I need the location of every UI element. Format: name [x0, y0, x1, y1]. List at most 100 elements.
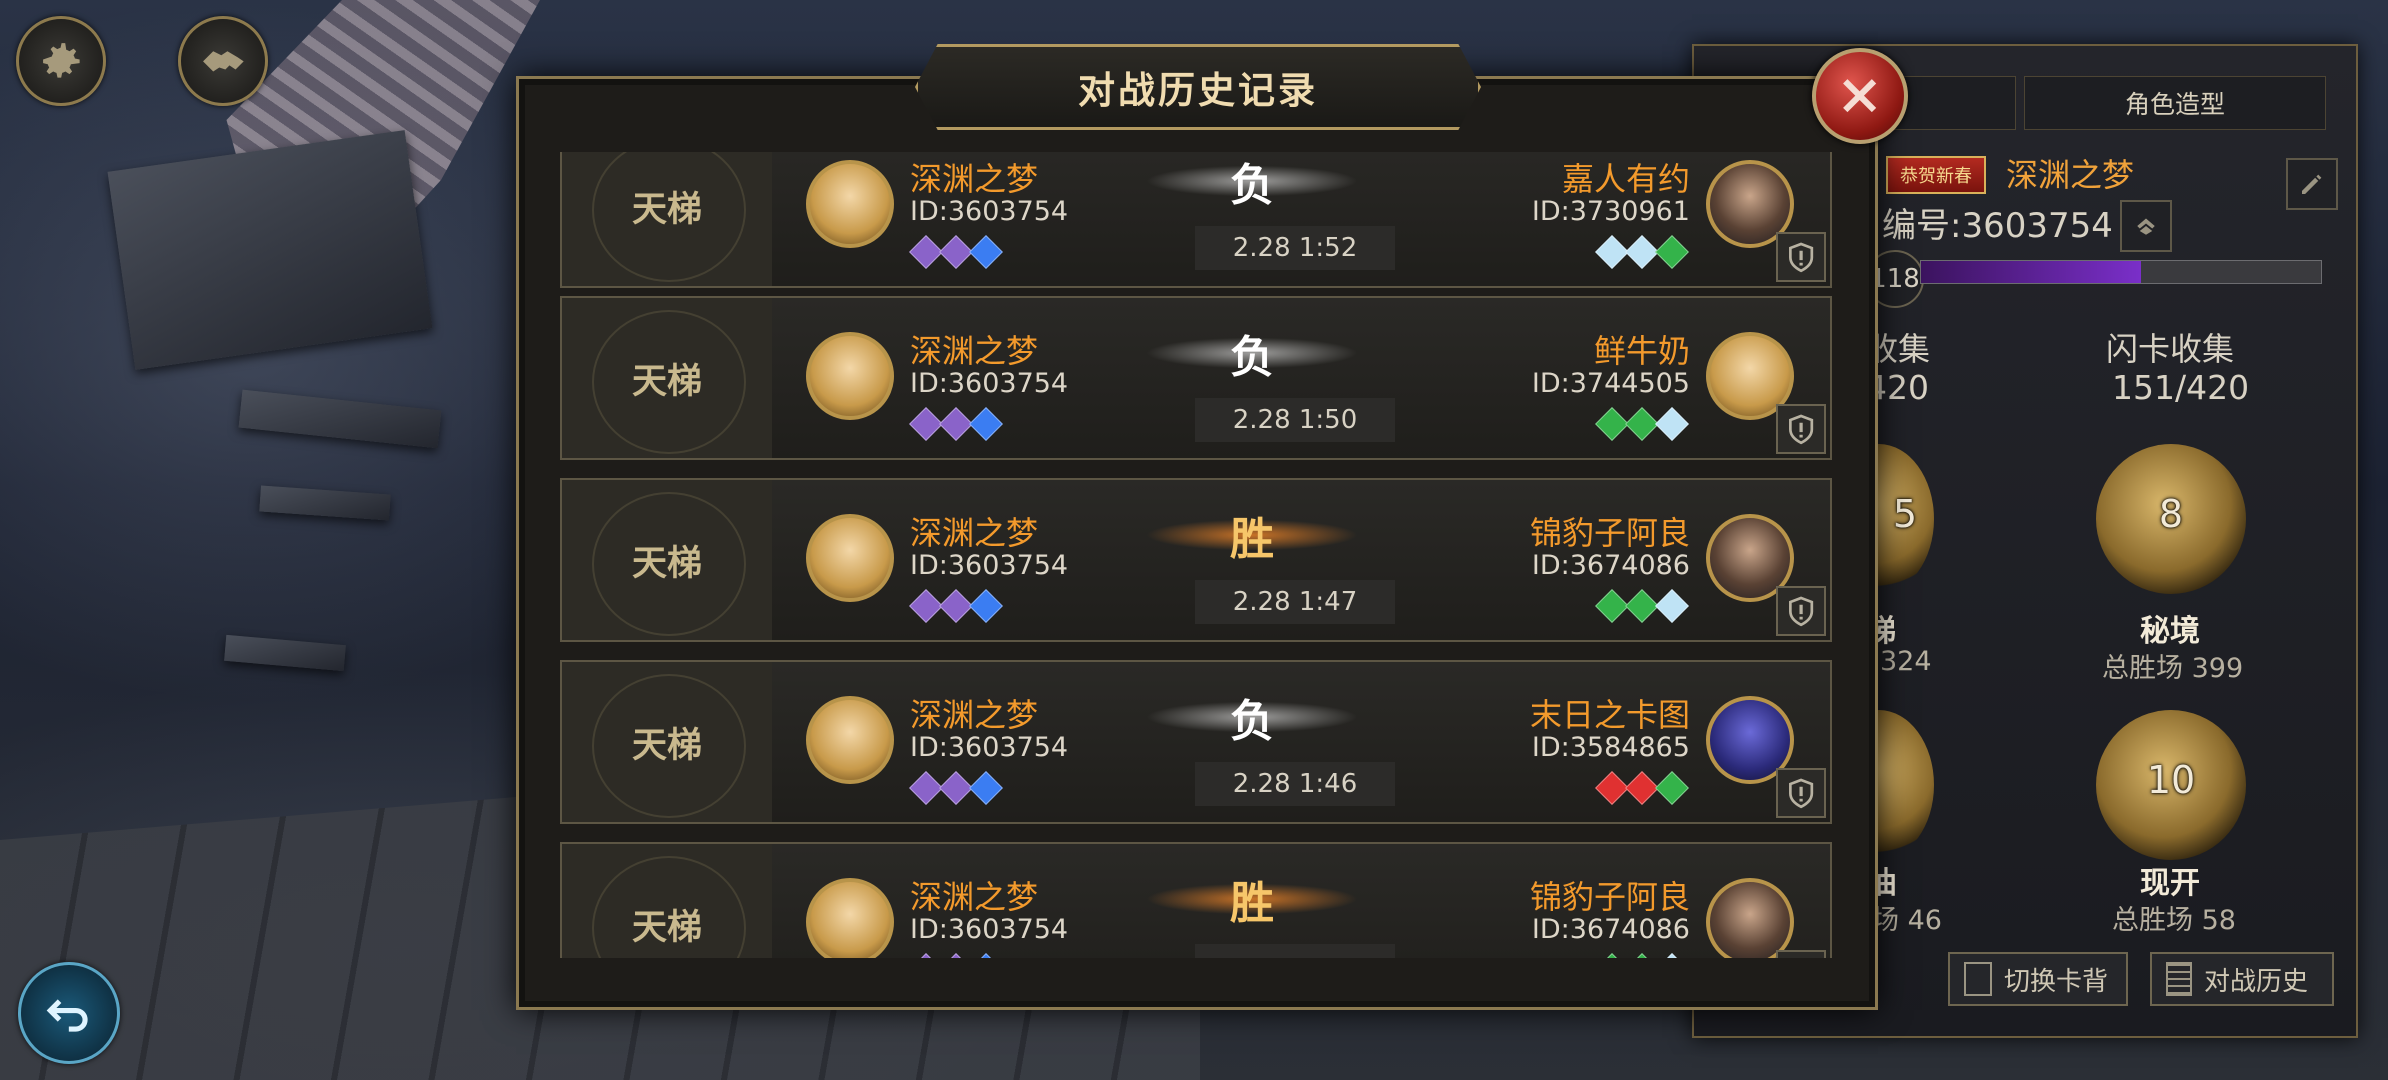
secret-realm-emblem-name: 秘境 [2140, 614, 2200, 649]
opponent-name: 嘉人有约 [1561, 160, 1690, 198]
opponent-name: 末日之卡图 [1529, 696, 1690, 734]
switch-card-back-button[interactable]: 切换卡背 [1948, 952, 2128, 1006]
rank-gem-icon [1595, 235, 1629, 269]
player-name: 深渊之梦 [910, 878, 1039, 916]
result-label-box: 负 [1102, 682, 1402, 752]
history-row[interactable]: 天梯 深渊之梦 ID:3603754 负 2.28 1:46 末日之卡图 ID:… [560, 660, 1832, 824]
handshake-button[interactable] [178, 16, 268, 106]
opponent-rank-gems [1595, 589, 1689, 623]
opponent-name: 锦豹子阿良 [1529, 878, 1690, 916]
player-avatar [806, 878, 894, 958]
report-button[interactable] [1776, 404, 1826, 454]
match-time: 2.28 1:52 [1195, 226, 1395, 270]
shield-alert-icon [1788, 414, 1814, 444]
handshake-icon [202, 50, 244, 72]
mode-cell: 天梯 [562, 480, 772, 640]
player-number: 编号:3603754 [1882, 206, 2113, 246]
new-year-badge: 恭贺新春 [1886, 156, 1986, 194]
opponent-id: ID:3674086 [1531, 550, 1690, 581]
rank-gem-icon [909, 953, 943, 958]
player-name: 深渊之梦 [910, 696, 1039, 734]
mode-cell: 天梯 [562, 662, 772, 822]
player-avatar [806, 696, 894, 784]
player-name: 深渊之梦 [910, 160, 1039, 198]
rank-gem-icon [1595, 953, 1629, 958]
history-row[interactable]: 天梯 深渊之梦 ID:3603754 负 2.28 1:52 嘉人有约 ID:3… [560, 152, 1832, 288]
report-button[interactable] [1776, 586, 1826, 636]
player-id: ID:3603754 [910, 732, 1069, 763]
player-name: 深渊之梦 [2006, 156, 2135, 194]
opponent-name: 锦豹子阿良 [1529, 514, 1690, 552]
rank-gem-icon [969, 589, 1003, 623]
opponent-id: ID:3584865 [1531, 732, 1690, 763]
player-rank-gems [909, 589, 1003, 623]
history-row[interactable]: 天梯 深渊之梦 ID:3603754 胜 锦豹子阿良 ID:3674086 [560, 842, 1832, 958]
shield-alert-icon [1788, 596, 1814, 626]
secret-realm-emblem-number: 8 [2158, 492, 2184, 536]
battle-history-button[interactable]: 对战历史 [2150, 952, 2334, 1006]
match-time: 2.28 1:47 [1195, 580, 1395, 624]
match-time [1195, 944, 1395, 958]
level-progress-fill [1921, 261, 2141, 283]
rank-gem-icon [939, 235, 973, 269]
player-id: ID:3603754 [910, 914, 1069, 945]
edit-name-button[interactable] [2286, 158, 2338, 210]
back-arrow-icon [46, 999, 88, 1032]
settings-button[interactable] [16, 16, 106, 106]
rank-gem-icon [1625, 407, 1659, 441]
secret-realm-emblem: 8 [2096, 444, 2246, 594]
open-pack-emblem: 10 [2096, 710, 2246, 860]
rank-gem-icon [939, 953, 973, 958]
rank-chevron-icon [2137, 218, 2155, 235]
rank-gem-icon [969, 771, 1003, 805]
player-avatar [806, 160, 894, 248]
match-time: 2.28 1:50 [1195, 398, 1395, 442]
flash-card-collection-value: 151/420 [2112, 368, 2250, 407]
floating-rock [259, 485, 391, 521]
result-label-box: 胜 [1102, 500, 1402, 570]
floating-rock [107, 130, 433, 370]
history-row[interactable]: 天梯 深渊之梦 ID:3603754 负 2.28 1:50 鲜牛奶 ID:37… [560, 296, 1832, 460]
result-label: 负 [1230, 332, 1274, 383]
rank-gem-icon [1655, 235, 1689, 269]
tab-appearance[interactable]: 角色造型 [2024, 76, 2326, 130]
result-label: 胜 [1230, 514, 1274, 565]
rank-button[interactable] [2120, 200, 2172, 252]
level-progress-bar [1920, 260, 2322, 284]
rank-gem-icon [909, 589, 943, 623]
rank-gem-icon [1625, 953, 1659, 958]
opponent-id: ID:3730961 [1531, 196, 1690, 227]
history-row[interactable]: 天梯 深渊之梦 ID:3603754 胜 2.28 1:47 锦豹子阿良 ID:… [560, 478, 1832, 642]
list-icon [2166, 962, 2192, 996]
player-id: ID:3603754 [910, 550, 1069, 581]
result-label: 负 [1230, 696, 1274, 747]
rank-gem-icon [1595, 771, 1629, 805]
dialog-title-plate: 对战历史记录 [915, 44, 1481, 130]
open-pack-emblem-wins: 总胜场 58 [2112, 905, 2236, 936]
back-button[interactable] [18, 962, 120, 1064]
report-button[interactable] [1776, 950, 1826, 958]
player-rank-gems [909, 771, 1003, 805]
shield-alert-icon [1788, 242, 1814, 272]
battle-history-list[interactable]: 天梯 深渊之梦 ID:3603754 负 2.28 1:52 嘉人有约 ID:3… [560, 152, 1832, 958]
opponent-name: 鲜牛奶 [1593, 332, 1690, 370]
player-avatar [806, 332, 894, 420]
ladder-emblem-number: 5 [1892, 492, 1918, 536]
opponent-avatar[interactable] [1706, 878, 1794, 958]
report-button[interactable] [1776, 232, 1826, 282]
floating-rock [224, 634, 346, 672]
rank-gem-icon [939, 771, 973, 805]
match-time: 2.28 1:46 [1195, 762, 1395, 806]
mode-cell: 天梯 [562, 844, 772, 958]
close-button[interactable] [1812, 48, 1908, 144]
result-label: 胜 [1230, 878, 1274, 929]
rank-gem-icon [969, 407, 1003, 441]
rank-gem-icon [1625, 771, 1659, 805]
player-id: ID:3603754 [910, 368, 1069, 399]
mode-emblem-decoration [592, 152, 746, 282]
opponent-rank-gems [1595, 407, 1689, 441]
pencil-icon [2302, 174, 2322, 194]
report-button[interactable] [1776, 768, 1826, 818]
floating-rock [238, 389, 442, 449]
rank-gem-icon [1655, 407, 1689, 441]
